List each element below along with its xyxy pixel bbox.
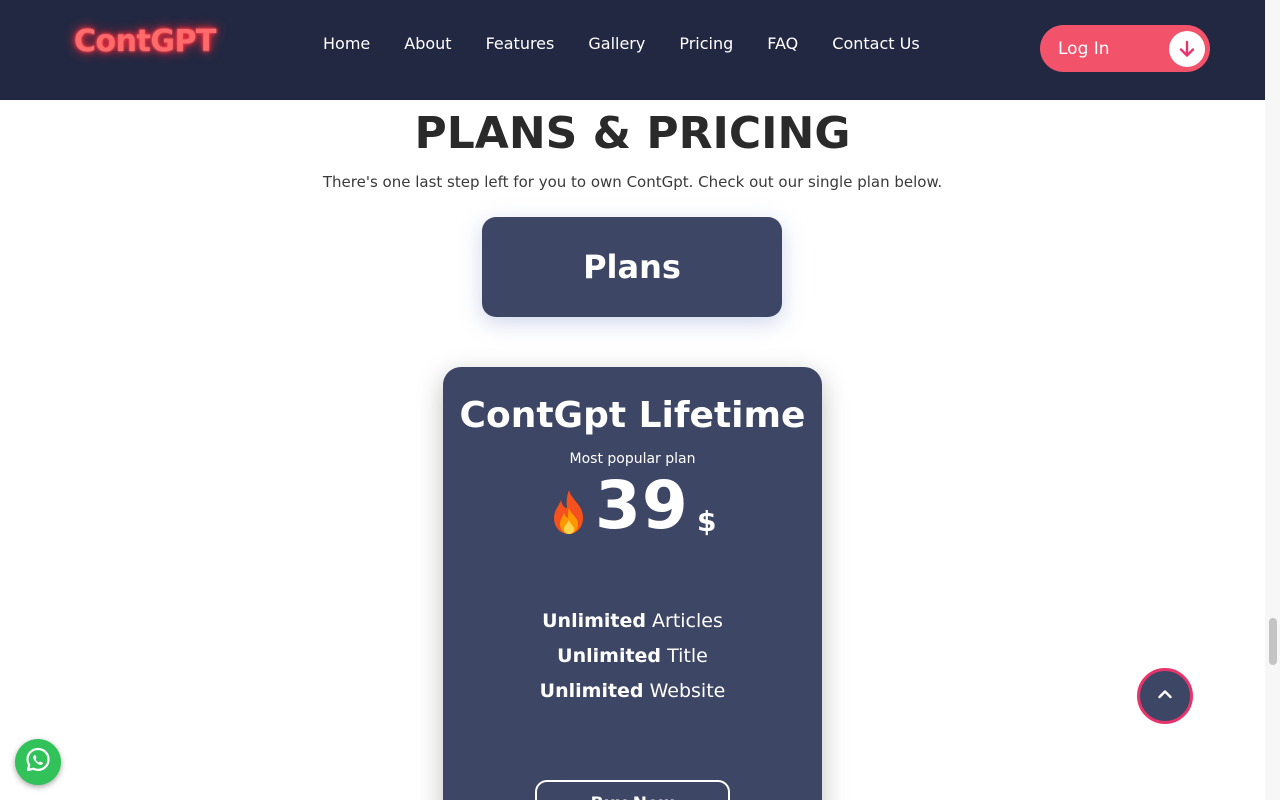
nav-faq[interactable]: FAQ [750,34,815,53]
scroll-to-top-button[interactable] [1137,668,1193,724]
nav-contact-us[interactable]: Contact Us [815,34,936,53]
feature-highlight: Unlimited [557,645,662,667]
nav-gallery[interactable]: Gallery [571,34,662,53]
feature-item: Unlimited Title [443,639,822,674]
login-button[interactable]: Log In [1040,25,1210,72]
scrollbar-thumb[interactable] [1269,618,1277,665]
nav-pricing[interactable]: Pricing [662,34,750,53]
whatsapp-button[interactable] [15,739,61,785]
page: ContGPT Home About Features Gallery Pric… [0,0,1280,800]
plans-tab[interactable]: Plans [482,217,782,317]
feature-item: Unlimited Website [443,674,822,709]
main-nav: Home About Features Gallery Pricing FAQ … [306,34,937,53]
feature-highlight: Unlimited [542,610,646,632]
nav-home[interactable]: Home [306,34,387,53]
chevron-up-icon [1156,685,1174,707]
nav-about[interactable]: About [387,34,468,53]
plan-tagline: Most popular plan [569,451,696,467]
site-header: ContGPT Home About Features Gallery Pric… [0,0,1265,100]
nav-features[interactable]: Features [469,34,572,53]
whatsapp-icon [24,746,52,778]
feature-text: Articles [645,610,723,632]
brand-logo[interactable]: ContGPT [74,24,216,59]
feature-text: Website [643,680,726,702]
buy-now-button[interactable]: Buy Now [535,780,730,800]
plan-currency: $ [697,505,717,538]
plan-features: Unlimited Articles Unlimited Title Unlim… [443,604,822,709]
feature-highlight: Unlimited [539,680,644,702]
plan-card: ContGpt Lifetime Most popular plan 39 $ … [443,367,822,800]
plan-price: 39 [595,467,689,544]
login-button-label: Log In [1058,38,1110,59]
feature-text: Title [661,645,708,667]
plan-name: ContGpt Lifetime [459,395,806,436]
arrow-down-icon [1169,30,1205,67]
fire-icon [549,488,589,536]
feature-item: Unlimited Articles [443,604,822,639]
pricing-subtitle: There's one last step left for you to ow… [322,173,943,191]
pricing-title: PLANS & PRICING [414,108,851,159]
page-scrollbar[interactable] [1265,0,1280,800]
